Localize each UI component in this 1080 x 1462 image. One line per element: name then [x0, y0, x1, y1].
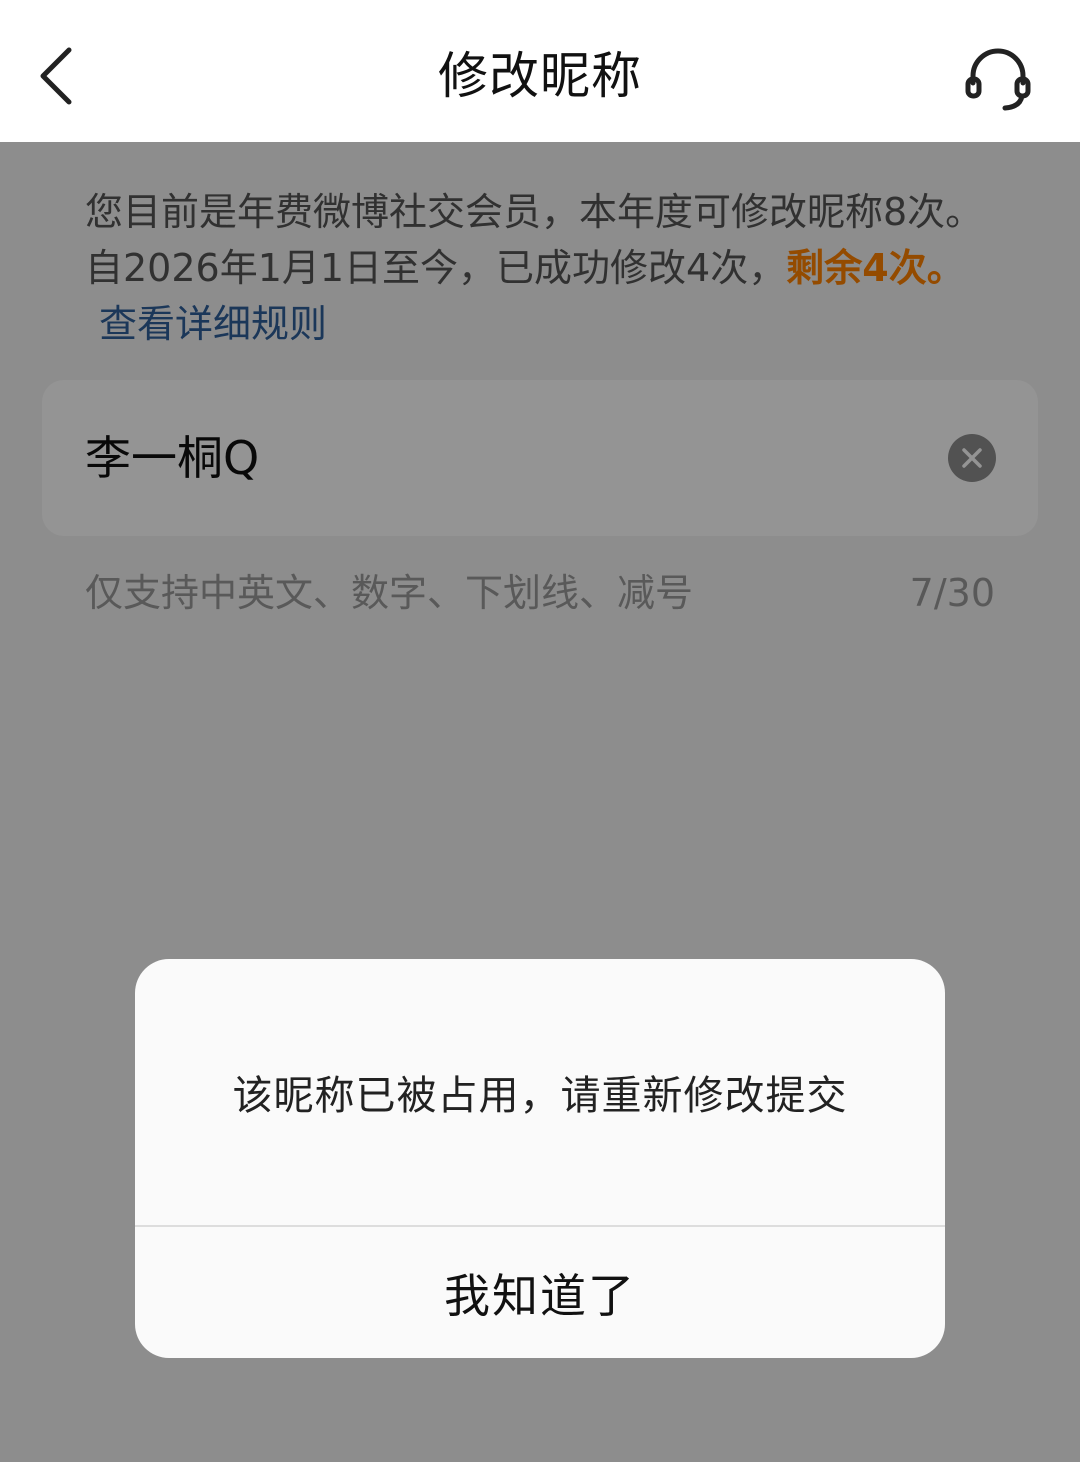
alert-dialog: 该昵称已被占用，请重新修改提交 我知道了: [135, 959, 945, 1358]
screen: 修改昵称 您目前是年费微博社交会员，本年度可修改昵称8次。自2026年1月1日至…: [0, 0, 1080, 1462]
page-title: 修改昵称: [438, 47, 642, 105]
headset-icon: [965, 48, 1031, 111]
customer-service-button[interactable]: [958, 38, 1038, 118]
confirm-button[interactable]: 我知道了: [135, 1227, 945, 1358]
header-bar: 修改昵称: [0, 0, 1080, 142]
dialog-message: 该昵称已被占用，请重新修改提交: [232, 1073, 848, 1119]
